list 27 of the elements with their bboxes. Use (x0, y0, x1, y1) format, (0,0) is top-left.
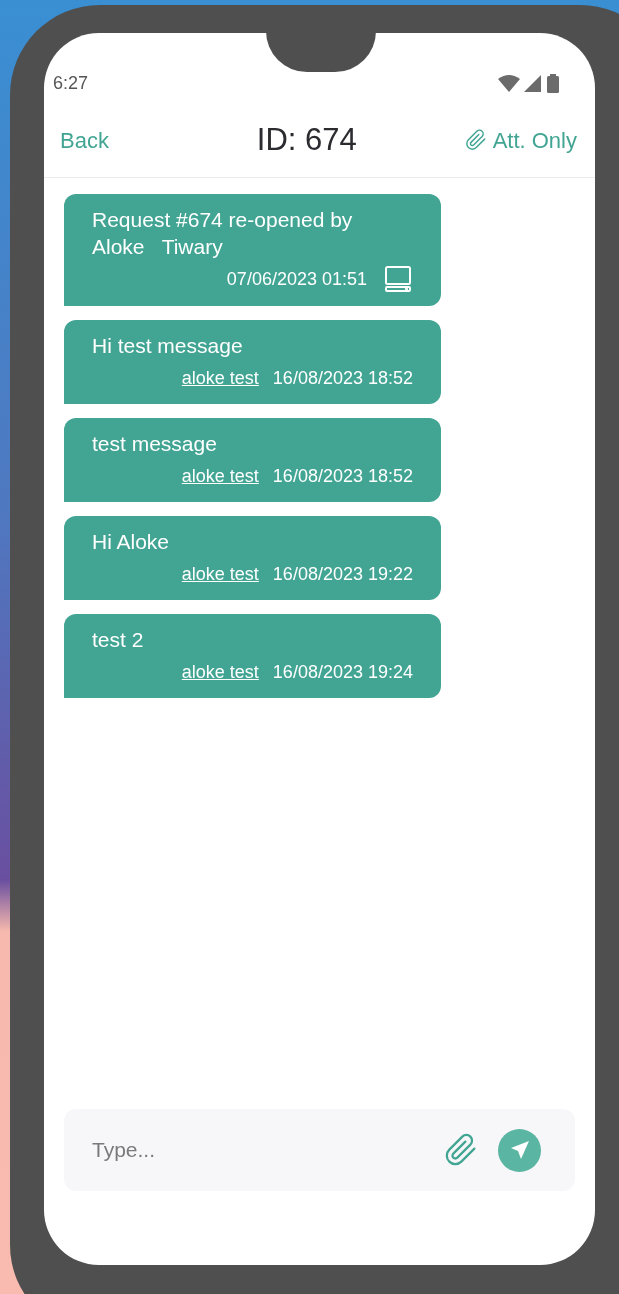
message-text: test 2 (92, 627, 145, 653)
author-link[interactable]: aloke test (181, 561, 259, 588)
message-text: Hi test message (92, 333, 244, 359)
paperclip-icon (444, 1133, 478, 1167)
message-time: 16/08/2023 18:52 (272, 367, 413, 390)
wifi-icon (498, 74, 520, 92)
author-link[interactable]: aloke test (181, 463, 259, 490)
send-icon (509, 1140, 530, 1160)
back-link[interactable]: Back (60, 123, 109, 157)
author-link[interactable]: aloke test (181, 365, 259, 392)
conversation-title: ID: 674 (256, 120, 357, 159)
computer-icon (383, 264, 413, 294)
message-time: 16/08/2023 18:52 (272, 465, 413, 488)
message-time: 16/08/2023 19:22 (272, 563, 413, 586)
author-link[interactable]: aloke test (181, 659, 259, 686)
message-input-field[interactable]: Type... (64, 1109, 575, 1191)
message-text: test message (92, 431, 218, 457)
attachments-only-button[interactable]: Att. Only (464, 123, 577, 157)
message-text: Request #674 re-opened by Aloke Tiwary (92, 207, 354, 260)
status-time: 6:27 (53, 71, 89, 95)
signal-icon (524, 74, 541, 92)
message-time: 16/08/2023 19:24 (272, 661, 413, 684)
battery-icon (547, 73, 559, 93)
message-time: 07/06/2023 01:51 (226, 267, 367, 291)
paperclip-icon (464, 129, 487, 151)
message-text: Hi Aloke (92, 529, 171, 555)
attach-button[interactable] (444, 1133, 478, 1167)
